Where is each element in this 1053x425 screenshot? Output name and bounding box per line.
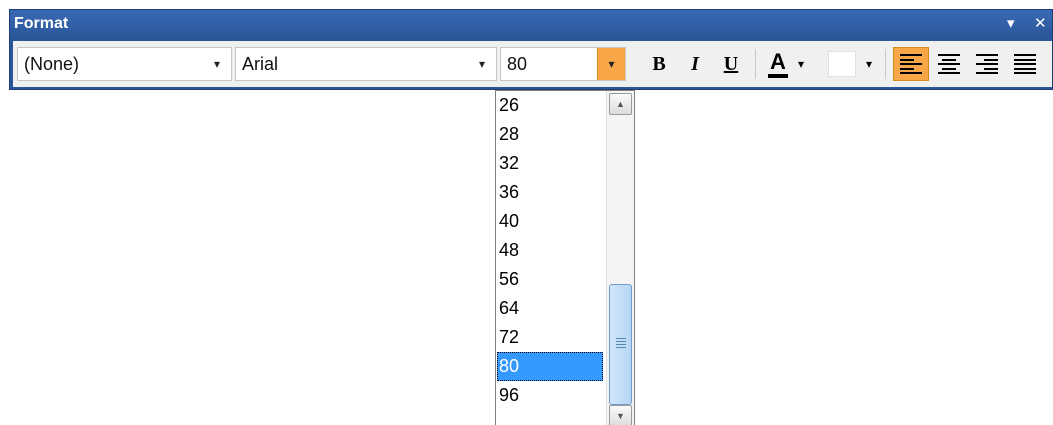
- toolbar-title: Format: [14, 15, 69, 32]
- toolbar-separator: [755, 49, 756, 79]
- chevron-down-icon[interactable]: ▾: [597, 48, 625, 80]
- list-item[interactable]: 36: [497, 178, 603, 207]
- align-left-button[interactable]: [893, 47, 929, 81]
- align-center-button[interactable]: [931, 47, 967, 81]
- align-left-icon: [900, 54, 922, 74]
- font-select-value: Arial: [242, 54, 279, 74]
- grip-icon: [616, 338, 626, 348]
- close-icon[interactable]: ✕: [1034, 10, 1047, 37]
- toolbar-title-bar[interactable]: Format: [10, 10, 1052, 37]
- font-color-swatch: [768, 73, 788, 78]
- fill-color-button[interactable]: [825, 47, 859, 81]
- dropdown-scrollbar[interactable]: ▲ ▼: [606, 91, 634, 425]
- underline-button[interactable]: U: [713, 47, 749, 81]
- list-item[interactable]: 72: [497, 323, 603, 352]
- toolbar-menu-icon[interactable]: ▾: [1007, 10, 1015, 37]
- list-item[interactable]: 28: [497, 120, 603, 149]
- toolbar-separator: [885, 49, 886, 79]
- align-right-icon: [976, 54, 998, 74]
- font-size-dropdown: 26 28 32 36 40 48 56 64 72 80 96 ▲ ▼: [495, 90, 635, 425]
- font-size-select[interactable]: 80 ▾: [500, 47, 626, 81]
- align-center-icon: [938, 54, 960, 74]
- toolbar-controls: (None) ▾ Arial ▾ 80 ▾ B I U A ▾ ▾: [13, 41, 1052, 87]
- font-select[interactable]: Arial ▾: [235, 47, 497, 81]
- list-item-selected[interactable]: 80: [497, 352, 603, 381]
- format-toolbar: Format ▾ ✕ (None) ▾ Arial ▾ 80 ▾ B I U A…: [9, 9, 1053, 90]
- list-item[interactable]: 96: [497, 381, 603, 410]
- font-color-icon: A: [770, 48, 786, 74]
- font-size-select-value: 80: [507, 54, 528, 74]
- chevron-down-icon[interactable]: ▾: [468, 48, 496, 80]
- list-item[interactable]: 32: [497, 149, 603, 178]
- list-item[interactable]: 64: [497, 294, 603, 323]
- style-select-value: (None): [24, 54, 80, 74]
- style-select[interactable]: (None) ▾: [17, 47, 232, 81]
- justify-icon: [1014, 54, 1036, 74]
- fill-color-swatch: [828, 51, 856, 77]
- bold-button[interactable]: B: [641, 47, 677, 81]
- list-item[interactable]: 26: [497, 91, 603, 120]
- list-item[interactable]: 40: [497, 207, 603, 236]
- chevron-down-icon[interactable]: ▾: [861, 47, 877, 81]
- chevron-down-icon[interactable]: ▾: [793, 47, 809, 81]
- chevron-down-icon[interactable]: ▾: [203, 48, 231, 80]
- font-color-button[interactable]: A: [763, 47, 793, 81]
- scroll-down-icon[interactable]: ▼: [609, 405, 632, 425]
- italic-button[interactable]: I: [677, 47, 713, 81]
- list-item[interactable]: 48: [497, 236, 603, 265]
- scroll-up-icon[interactable]: ▲: [609, 93, 632, 115]
- scrollbar-thumb[interactable]: [609, 284, 632, 405]
- align-right-button[interactable]: [969, 47, 1005, 81]
- list-item[interactable]: 56: [497, 265, 603, 294]
- justify-button[interactable]: [1007, 47, 1043, 81]
